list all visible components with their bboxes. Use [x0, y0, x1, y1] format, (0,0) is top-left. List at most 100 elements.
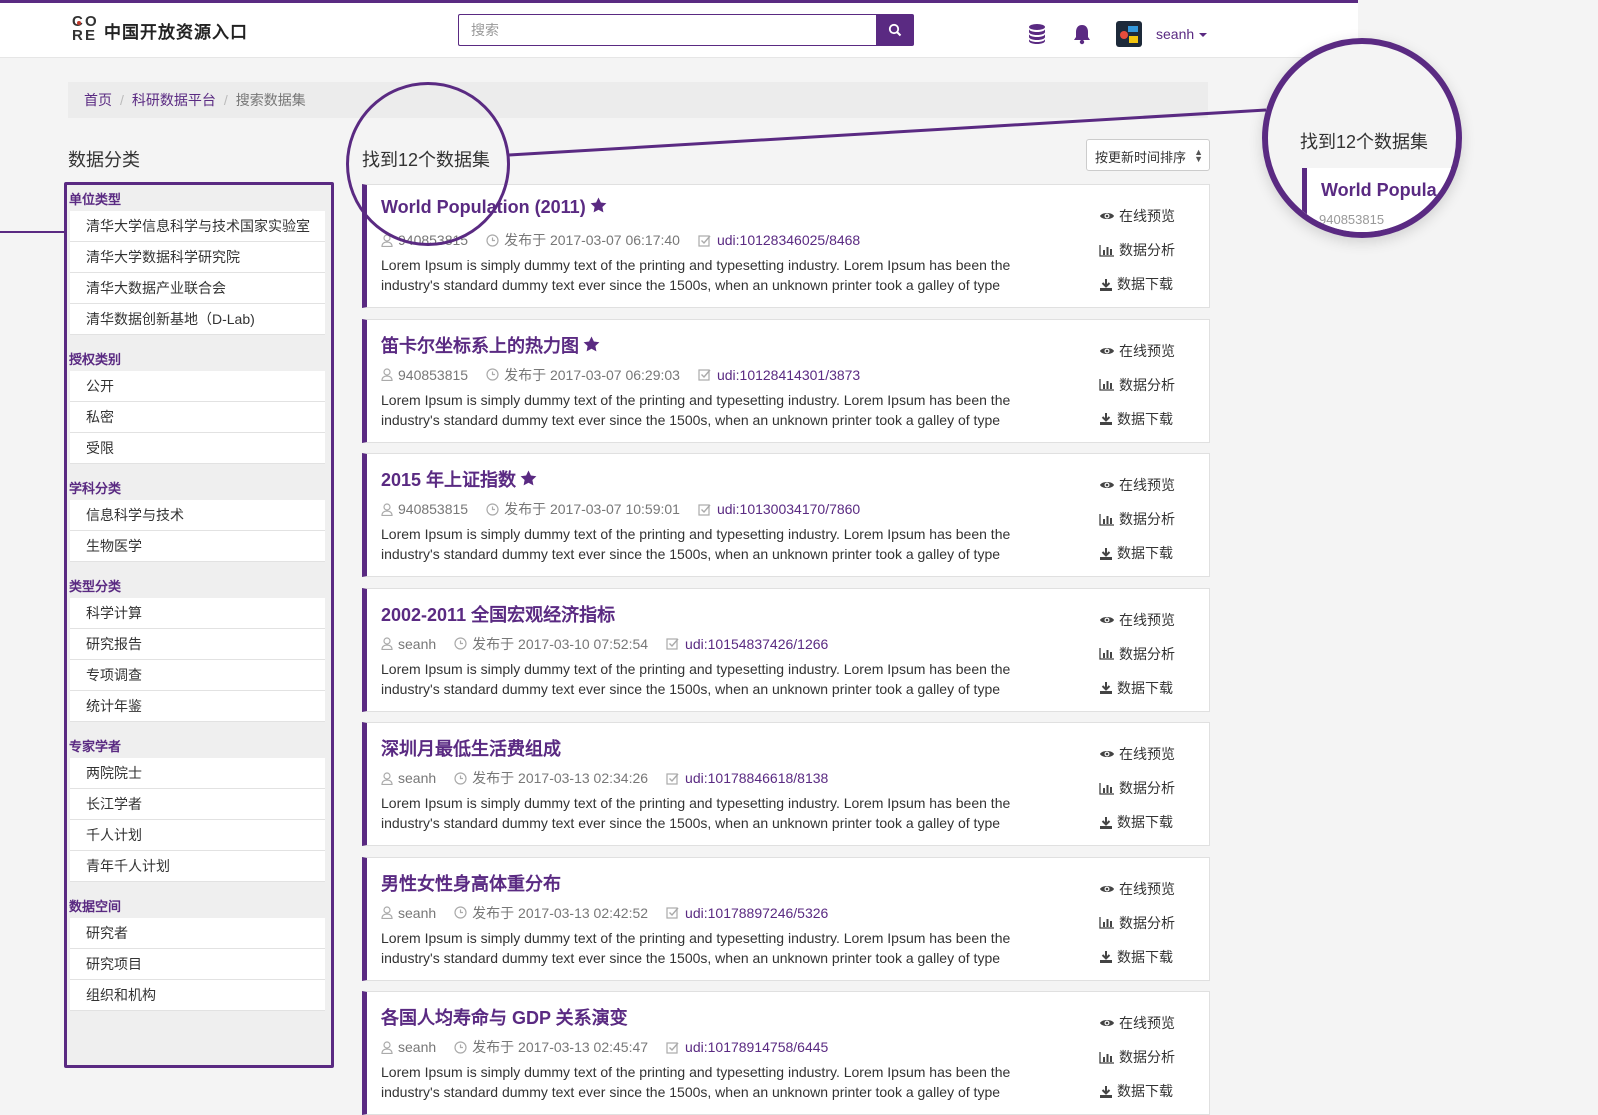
- analysis-button[interactable]: 数据分析: [1099, 906, 1175, 940]
- dataset-author: 940853815: [398, 501, 469, 517]
- dataset-meta: 940853815 发布于 2017-03-07 10:59:01 udi:1013…: [381, 499, 878, 519]
- preview-button[interactable]: 在线预览: [1099, 603, 1175, 637]
- download-button[interactable]: 数据下载: [1099, 267, 1175, 301]
- breadcrumb-home[interactable]: 首页: [84, 90, 112, 110]
- category-item[interactable]: 研究报告: [70, 629, 325, 660]
- download-button[interactable]: 数据下载: [1099, 536, 1175, 570]
- dataset-description: Lorem Ipsum is simply dummy text of the …: [381, 257, 1011, 293]
- analysis-button[interactable]: 数据分析: [1099, 637, 1175, 671]
- breadcrumb-separator: /: [223, 92, 228, 108]
- category-item[interactable]: 研究者: [70, 918, 325, 949]
- download-label: 数据下载: [1117, 410, 1173, 427]
- dataset-title-link[interactable]: 深圳月最低生活费组成: [381, 735, 561, 761]
- category-item[interactable]: 长江学者: [70, 789, 325, 820]
- category-item[interactable]: 受限: [70, 433, 325, 464]
- category-item[interactable]: 清华大学数据科学研究院: [70, 242, 325, 273]
- category-item[interactable]: 科学计算: [70, 598, 325, 629]
- dataset-date: 发布于 2017-03-10 07:52:54: [472, 635, 649, 652]
- dataset-title-link[interactable]: 笛卡尔坐标系上的热力图: [381, 332, 600, 358]
- category-item[interactable]: 组织和机构: [70, 980, 325, 1011]
- clock-icon: [454, 771, 467, 785]
- dataset-udi-link[interactable]: udi:10128346025/8468: [717, 232, 860, 248]
- dataset-card: 2015 年上证指数 940853815 发布于 2017-03-07 10:59:…: [362, 453, 1210, 577]
- download-button[interactable]: 数据下载: [1099, 671, 1175, 705]
- dataset-udi-link[interactable]: udi:10178846618/8138: [685, 770, 828, 786]
- dataset-description: Lorem Ipsum is simply dummy text of the …: [381, 929, 1011, 966]
- dataset-udi-link[interactable]: udi:10178914758/6445: [685, 1039, 828, 1055]
- download-button[interactable]: 数据下载: [1099, 1074, 1175, 1108]
- download-button[interactable]: 数据下载: [1099, 402, 1175, 436]
- category-item[interactable]: 清华大学信息科学与技术国家实验室: [70, 211, 325, 242]
- dataset-date: 发布于 2017-03-13 02:45:47: [472, 1039, 649, 1055]
- analysis-button[interactable]: 数据分析: [1099, 502, 1175, 536]
- dataset-udi-link[interactable]: udi:10128414301/3873: [717, 367, 860, 383]
- preview-button[interactable]: 在线预览: [1099, 872, 1175, 906]
- category-item[interactable]: 清华数据创新基地（D-Lab): [70, 304, 325, 335]
- dataset-actions: 在线预览 数据分析 数据下载: [1099, 1006, 1175, 1108]
- dataset-date: 发布于 2017-03-07 06:29:03: [504, 366, 680, 383]
- category-item[interactable]: 研究项目: [70, 949, 325, 980]
- analysis-label: 数据分析: [1119, 914, 1175, 931]
- database-icon[interactable]: [1028, 23, 1046, 45]
- category-item[interactable]: 青年千人计划: [70, 851, 325, 882]
- download-button[interactable]: 数据下载: [1099, 940, 1175, 974]
- dataset-udi-link[interactable]: udi:10130034170/7860: [717, 501, 860, 517]
- user-menu[interactable]: seanh: [1156, 26, 1208, 42]
- dataset-description: Lorem Ipsum is simply dummy text of the …: [381, 391, 1011, 428]
- category-item[interactable]: 公开: [70, 371, 325, 402]
- category-item[interactable]: 私密: [70, 402, 325, 433]
- breadcrumb-platform[interactable]: 科研数据平台: [132, 90, 216, 110]
- zoom-card-user: 940853815: [1319, 212, 1385, 227]
- preview-button[interactable]: 在线预览: [1099, 1006, 1175, 1040]
- download-button[interactable]: 数据下载: [1099, 805, 1175, 839]
- bar-chart-icon: [1099, 513, 1114, 526]
- dataset-title-link[interactable]: 2015 年上证指数: [381, 466, 537, 492]
- category-item[interactable]: 信息科学与技术: [70, 500, 325, 531]
- preview-label: 在线预览: [1119, 477, 1175, 493]
- category-item[interactable]: 清华大数据产业联合会: [70, 273, 325, 304]
- dataset-title-link[interactable]: 各国人均寿命与 GDP 关系演变: [381, 1004, 628, 1030]
- preview-button[interactable]: 在线预览: [1099, 334, 1175, 368]
- preview-label: 在线预览: [1119, 746, 1175, 762]
- download-label: 数据下载: [1117, 814, 1173, 830]
- breadcrumb-separator: /: [120, 92, 124, 108]
- clock-icon: [486, 368, 499, 381]
- category-item[interactable]: 专项调查: [70, 660, 325, 691]
- dataset-title-link[interactable]: 2002-2011 全国宏观经济指标: [381, 601, 615, 627]
- preview-label: 在线预览: [1119, 208, 1175, 224]
- dataset-meta: seanh 发布于 2017-03-13 02:42:52 udi:10178897…: [381, 903, 846, 923]
- preview-button[interactable]: 在线预览: [1099, 468, 1175, 502]
- analysis-label: 数据分析: [1119, 645, 1175, 662]
- category-item[interactable]: 统计年鉴: [70, 691, 325, 722]
- search-button[interactable]: [876, 14, 914, 46]
- dataset-card: 笛卡尔坐标系上的热力图 940853815 发布于 2017-03-07 06:29…: [362, 318, 1210, 443]
- preview-button[interactable]: 在线预览: [1099, 737, 1175, 771]
- dataset-author: seanh: [398, 1039, 437, 1055]
- category-item[interactable]: 千人计划: [70, 820, 325, 851]
- sort-arrows-icon: ▲ ▼: [1194, 147, 1203, 164]
- dataset-udi-link[interactable]: udi:10178897246/5326: [685, 905, 828, 921]
- download-icon: [1100, 816, 1112, 829]
- site-logo[interactable]: CORE 中国开放资源入口: [72, 14, 248, 45]
- avatar[interactable]: [1116, 21, 1142, 47]
- analysis-button[interactable]: 数据分析: [1099, 771, 1175, 805]
- category-item[interactable]: 两院院士: [70, 758, 325, 789]
- dataset-udi-link[interactable]: udi:10154837426/1266: [685, 636, 828, 652]
- eye-icon: [1100, 1020, 1114, 1026]
- category-item[interactable]: 生物医学: [70, 531, 325, 562]
- search-input[interactable]: [458, 14, 876, 46]
- category-group-heading: 数据空间: [69, 899, 122, 914]
- bell-icon[interactable]: [1072, 23, 1092, 45]
- eye-icon: [1100, 482, 1114, 488]
- analysis-button[interactable]: 数据分析: [1099, 233, 1175, 267]
- analysis-button[interactable]: 数据分析: [1099, 368, 1175, 402]
- analysis-button[interactable]: 数据分析: [1099, 1040, 1175, 1074]
- category-group-heading: 单位类型: [69, 192, 122, 207]
- dataset-card: 深圳月最低生活费组成 seanh 发布于 2017-03-13 02:34:26 ud…: [362, 722, 1210, 846]
- dataset-date: 发布于 2017-03-13 02:42:52: [472, 904, 649, 921]
- dataset-title-link[interactable]: 男性女性身高体重分布: [381, 870, 561, 896]
- preview-button[interactable]: 在线预览: [1099, 199, 1175, 233]
- clock-icon: [454, 637, 467, 650]
- sort-select[interactable]: 按更新时间排序 ▲ ▼: [1086, 139, 1210, 171]
- download-icon: [1100, 413, 1112, 425]
